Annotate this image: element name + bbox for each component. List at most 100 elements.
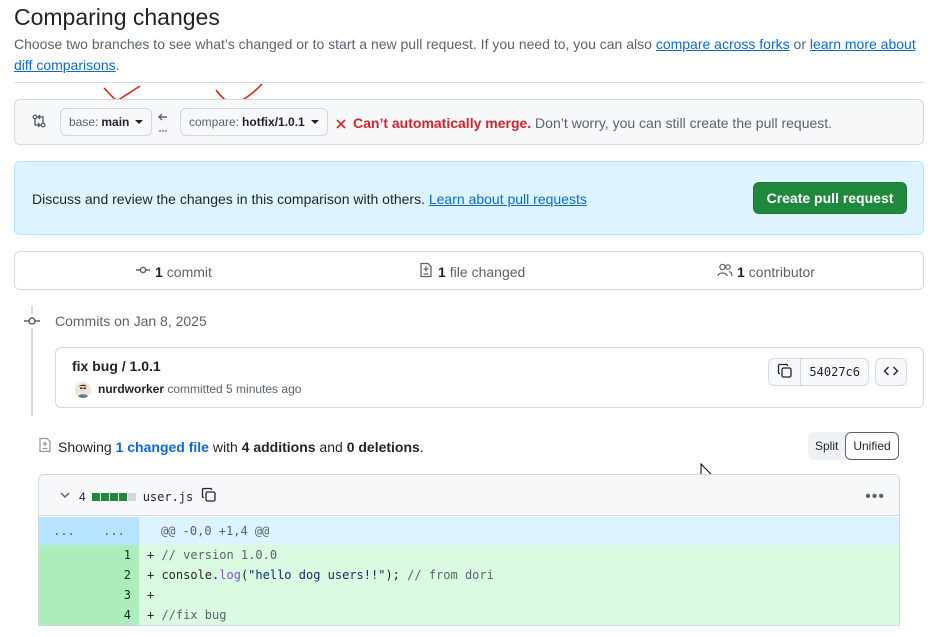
commit-actions: 54027c6 xyxy=(768,358,907,386)
commit-meta: nurdworker committed 5 minutes ago xyxy=(98,382,301,396)
kebab-menu-icon[interactable]: ••• xyxy=(865,488,885,506)
code-function: log xyxy=(219,568,241,582)
diffstat-added-square xyxy=(118,492,127,501)
base-branch-value: main xyxy=(101,115,130,129)
browse-code-button[interactable] xyxy=(875,358,907,386)
compare-across-forks-link[interactable]: compare across forks xyxy=(656,36,790,52)
diffstat-bar xyxy=(91,492,137,501)
diffstat-neutral-square xyxy=(127,492,136,501)
and-text: and xyxy=(315,438,347,455)
old-line-number xyxy=(39,545,89,565)
line-code: + xyxy=(139,585,899,605)
line-code: + console.log("hello dog users!!"); // f… xyxy=(139,565,899,585)
contributors-label: contributor xyxy=(748,263,815,280)
comparison-summary: 1 commit 1 file changed 1 contributor xyxy=(14,251,924,290)
diffstat-added-square xyxy=(109,492,118,501)
chevron-down-icon[interactable] xyxy=(59,489,71,504)
new-line-number[interactable]: 4 xyxy=(89,605,139,625)
banner-text: Discuss and review the changes in this c… xyxy=(32,191,587,207)
arrow-left-icon xyxy=(157,109,169,135)
file-header-left: 4 user.js xyxy=(59,487,217,506)
copy-icon xyxy=(777,363,793,382)
merge-conflict-text: Can’t automatically merge. xyxy=(353,115,532,131)
merge-status: Can’t automatically merge. Don’t worry, … xyxy=(335,115,832,133)
old-line-number xyxy=(39,585,89,605)
commits-count: 1 xyxy=(155,263,163,280)
commit-message-link[interactable]: fix bug / 1.0.1 xyxy=(72,358,161,374)
create-pull-request-button[interactable]: Create pull request xyxy=(753,182,907,214)
annotation-marks xyxy=(103,83,263,107)
line-code: + //fix bug xyxy=(139,605,899,625)
code-string: "hello dog users!!" xyxy=(248,568,386,582)
commit-author-link[interactable]: nurdworker xyxy=(98,382,164,396)
additions-count: 4 additions xyxy=(241,438,316,455)
with-text: with xyxy=(208,438,242,455)
changed-files-link[interactable]: 1 changed file xyxy=(116,439,209,455)
hunk-expand-right[interactable]: ... xyxy=(89,517,139,545)
line-prefix: + xyxy=(147,548,162,562)
line-code: + // version 1.0.0 xyxy=(139,545,899,565)
compare-branch-dropdown[interactable]: compare: hotfix/1.0.1 xyxy=(180,108,328,136)
contributors-count: 1 xyxy=(737,263,745,280)
commit-icon xyxy=(135,262,151,281)
files-count: 1 xyxy=(438,263,446,280)
base-branch-dropdown[interactable]: base: main xyxy=(60,108,153,136)
commit-sha-link[interactable]: 54027c6 xyxy=(801,359,868,385)
hunk-expand-left[interactable]: ... xyxy=(39,517,89,545)
line-prefix: + xyxy=(147,608,162,622)
diff-line: 2 + console.log("hello dog users!!"); //… xyxy=(39,565,899,585)
people-icon xyxy=(717,262,733,281)
hunk-header-row: ... ... @@ -0,0 +1,4 @@ xyxy=(39,517,899,545)
diff-line: 4 + //fix bug xyxy=(39,605,899,625)
new-line-number[interactable]: 2 xyxy=(89,565,139,585)
file-diff-icon xyxy=(38,437,52,456)
code-comment: // from dori xyxy=(407,568,494,582)
commits-tab[interactable]: 1 commit xyxy=(135,252,212,291)
git-compare-icon xyxy=(31,113,47,132)
sha-group: 54027c6 xyxy=(768,358,869,386)
contributors-tab[interactable]: 1 contributor xyxy=(717,252,815,291)
commits-date-heading: Commits on Jan 8, 2025 xyxy=(55,313,207,329)
copy-sha-button[interactable] xyxy=(769,359,802,385)
deletions-count: 0 deletions xyxy=(346,438,420,455)
diff-view-toggle: Split Unified xyxy=(808,432,899,460)
new-line-number[interactable]: 3 xyxy=(89,585,139,605)
compare-label: compare: xyxy=(189,115,240,129)
file-changes-count: 4 xyxy=(79,489,86,504)
copy-icon[interactable] xyxy=(201,487,217,506)
showing-text: Showing xyxy=(58,438,116,455)
description-or: or xyxy=(789,36,810,52)
commit-item: fix bug / 1.0.1 nurdworker committed 5 m… xyxy=(55,347,924,408)
banner-message: Discuss and review the changes in this c… xyxy=(32,191,429,207)
files-label: file changed xyxy=(449,263,526,280)
compare-bar: base: main compare: hotfix/1.0.1 Can’t aut… xyxy=(14,99,924,145)
compare-branch-value: hotfix/1.0.1 xyxy=(242,115,305,129)
diff-line: 3 + xyxy=(39,585,899,605)
line-text: //fix bug xyxy=(161,608,227,622)
diffstat-added-square xyxy=(100,492,109,501)
chevron-down-icon xyxy=(310,120,319,124)
new-line-number[interactable]: 1 xyxy=(89,545,139,565)
diff-summary-text: Showing 1 changed file with 4 additions … xyxy=(58,439,424,455)
file-name-link[interactable]: user.js xyxy=(143,490,194,504)
line-text: // version 1.0.0 xyxy=(161,548,278,562)
pull-request-banner: Discuss and review the changes in this c… xyxy=(14,161,924,235)
code-object: console. xyxy=(161,568,220,582)
commit-node-icon xyxy=(23,314,41,328)
commit-time: committed 5 minutes ago xyxy=(164,382,302,396)
diff-line: 1 + // version 1.0.0 xyxy=(39,545,899,565)
hunk-header-text: @@ -0,0 +1,4 @@ xyxy=(161,524,270,538)
files-changed-tab[interactable]: 1 file changed xyxy=(418,252,525,291)
unified-view-button[interactable]: Unified xyxy=(845,432,899,460)
avatar[interactable] xyxy=(75,382,91,398)
file-header: 4 user.js ••• xyxy=(39,475,899,516)
file-diff: 4 user.js ••• ... ... @@ -0,0 +1,4 @@ 1 … xyxy=(38,474,900,626)
split-view-button[interactable]: Split xyxy=(808,432,845,460)
file-diff-icon xyxy=(418,262,434,281)
commits-label: commit xyxy=(166,263,212,280)
chevron-down-icon xyxy=(135,120,144,124)
diff-summary: Showing 1 changed file with 4 additions … xyxy=(38,437,424,456)
old-line-number xyxy=(39,565,89,585)
learn-pull-requests-link[interactable]: Learn about pull requests xyxy=(429,191,587,207)
diffstat-added-square xyxy=(91,492,100,501)
